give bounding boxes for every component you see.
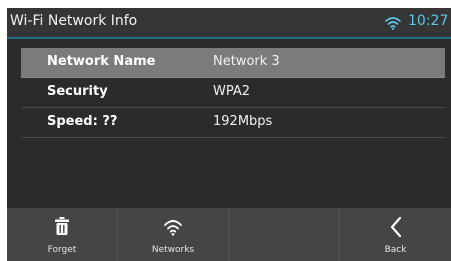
network-name-value: Network 3	[213, 54, 280, 69]
forget-label: Forget	[47, 245, 77, 255]
trash-icon	[52, 216, 72, 238]
wifi-network-info-screen: Wi-Fi Network Info 10:27 Network Name Ne…	[7, 8, 451, 261]
back-label: Back	[384, 245, 407, 255]
network-name-row[interactable]: Network Name Network 3	[21, 48, 445, 78]
speed-label: Speed: ??	[47, 114, 118, 129]
security-value: WPA2	[213, 84, 251, 99]
network-name-label: Network Name	[47, 54, 156, 69]
network-info-list: Network Name Network 3 Security WPA2 Spe…	[21, 48, 445, 138]
forget-button[interactable]: Forget	[7, 208, 117, 261]
header-bar: Wi-Fi Network Info 10:27	[7, 8, 451, 39]
chevron-left-icon	[386, 216, 406, 238]
speed-value: 192Mbps	[213, 114, 273, 129]
networks-label: Networks	[151, 245, 195, 255]
wifi-status-icon	[385, 15, 401, 30]
speed-row[interactable]: Speed: ?? 192Mbps	[21, 108, 445, 138]
empty-toolbar-slot	[229, 208, 339, 261]
wifi-icon	[163, 216, 183, 238]
back-button[interactable]: Back	[340, 208, 451, 261]
clock: 10:27	[408, 13, 449, 29]
bottom-toolbar: Forget Networks Back	[7, 208, 451, 261]
security-label: Security	[47, 84, 108, 99]
security-row[interactable]: Security WPA2	[21, 78, 445, 108]
page-title: Wi-Fi Network Info	[10, 13, 138, 29]
networks-button[interactable]: Networks	[118, 208, 228, 261]
